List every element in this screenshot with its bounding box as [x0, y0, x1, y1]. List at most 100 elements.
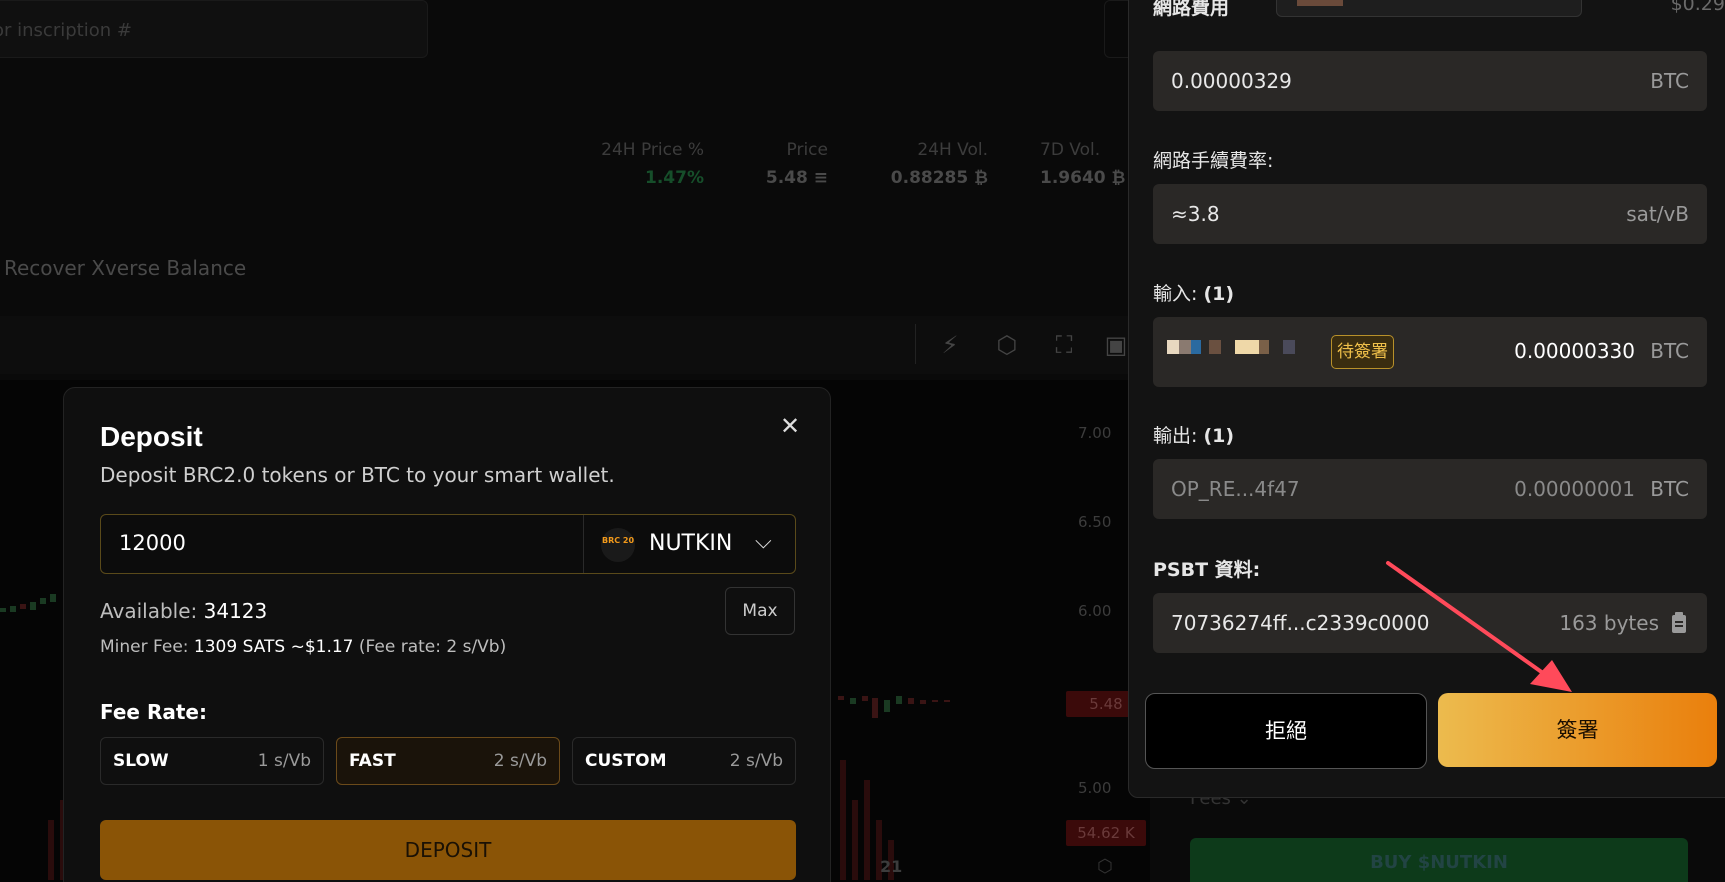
deposit-subtitle: Deposit BRC2.0 tokens or BTC to your sma… — [100, 463, 615, 487]
fee-rate-field[interactable]: ≈3.8 sat/vB — [1153, 184, 1707, 244]
candlestick — [908, 698, 914, 704]
stat-7d-volume: 7D Vol. 1.9640 ₿ — [1040, 140, 1126, 188]
available-balance: Available: 34123 — [100, 599, 268, 623]
stat-value: 0.88285 ₿ — [890, 168, 988, 188]
token-select[interactable]: NUTKIN — [649, 531, 732, 556]
outputs-label: 輸出: (1) — [1153, 425, 1235, 447]
candlestick — [838, 696, 844, 700]
volume-bar — [840, 760, 846, 880]
available-value: 34123 — [203, 599, 268, 623]
input-address-redacted — [1167, 339, 1295, 354]
amount-value[interactable]: 12000 — [119, 531, 186, 555]
avatar — [1297, 0, 1343, 6]
network-fee-usd: $0.29 — [1670, 0, 1725, 15]
stat-label: 24H Price % — [601, 140, 704, 160]
deposit-modal: Deposit Deposit BRC2.0 tokens or BTC to … — [63, 387, 831, 882]
candlestick — [20, 604, 26, 609]
y-tick: 7.00 — [1078, 424, 1112, 442]
output-address: OP_RE...4f47 — [1171, 477, 1300, 501]
y-tick: 6.50 — [1078, 513, 1112, 531]
network-fee-value: 0.00000329 — [1171, 69, 1292, 93]
inputs-label: 輸入: (1) — [1153, 283, 1235, 305]
reject-button[interactable]: 拒絕 — [1145, 693, 1427, 769]
fee-option-fast[interactable]: FAST 2 s/Vb — [336, 737, 560, 785]
stat-24h-volume: 24H Vol. 0.88285 ₿ — [880, 140, 988, 188]
candlestick — [896, 696, 902, 704]
pending-sign-badge: 待簽署 — [1331, 335, 1394, 369]
sign-button[interactable]: 簽署 — [1438, 693, 1717, 767]
buy-button[interactable]: BUY $NUTKIN — [1190, 838, 1688, 882]
brc20-token-icon: BRC 20 — [601, 528, 635, 562]
settings-hex-icon[interactable]: ⬡ — [991, 329, 1023, 361]
output-unit: BTC — [1650, 477, 1689, 501]
candlestick — [30, 602, 36, 610]
network-fee-field: 0.00000329 BTC — [1153, 51, 1707, 111]
deposit-button[interactable]: DEPOSIT — [100, 820, 796, 880]
search-placeholder: or inscription # — [0, 20, 132, 41]
fee-option-custom[interactable]: CUSTOM 2 s/Vb — [572, 737, 796, 785]
candlestick — [40, 598, 46, 604]
stat-24h-price-change: 24H Price % 1.47% — [600, 140, 704, 188]
account-chip — [1276, 0, 1582, 17]
y-tick: 6.00 — [1078, 602, 1112, 620]
toolbar-divider — [915, 324, 916, 364]
network-fee-label: 網路費用 — [1153, 0, 1230, 19]
fee-rate-label: 網路手續費率: — [1153, 150, 1274, 172]
volume-bar — [864, 780, 870, 880]
stat-value: 1.9640 ₿ — [1040, 168, 1126, 188]
y-tick: 5.00 — [1078, 779, 1112, 797]
candlestick — [884, 700, 890, 712]
clipboard-icon[interactable] — [1671, 612, 1687, 634]
max-button[interactable]: Max — [725, 587, 795, 635]
volume-tag: 54.62 K — [1066, 820, 1146, 846]
sats-icon: ≡ — [813, 168, 828, 188]
fee-rate-value: ≈3.8 — [1171, 202, 1220, 226]
stat-label: 24H Vol. — [917, 140, 988, 160]
candlestick — [932, 700, 938, 702]
candlestick — [850, 698, 856, 704]
fullscreen-icon[interactable]: ⛶ — [1048, 329, 1080, 361]
output-row[interactable]: OP_RE...4f47 0.00000001 BTC — [1153, 459, 1707, 519]
x-tick: 21 — [880, 857, 903, 876]
volume-bar — [48, 820, 54, 880]
chart-toolbar — [0, 316, 1150, 374]
token-divider — [583, 515, 584, 573]
close-icon[interactable]: ✕ — [778, 414, 802, 438]
miner-fee-rate: (Fee rate: 2 s/Vb) — [358, 637, 507, 657]
candlestick — [0, 608, 6, 612]
fee-rate-unit: sat/vB — [1626, 202, 1689, 226]
btc-icon: ₿ — [974, 168, 988, 188]
output-amount: 0.00000001 — [1514, 477, 1635, 501]
stat-price: Price 5.48 ≡ — [740, 140, 828, 188]
recover-xverse-balance-link[interactable]: Recover Xverse Balance — [4, 256, 246, 280]
stat-label: Price — [786, 140, 828, 160]
candlestick — [920, 700, 926, 704]
input-unit: BTC — [1650, 339, 1689, 363]
btc-icon: ₿ — [1111, 168, 1126, 188]
fee-rate-label: Fee Rate: — [100, 700, 207, 724]
wallet-sign-panel: 網路費用 $0.29 0.00000329 BTC 網路手續費率: ≈3.8 s… — [1128, 0, 1725, 798]
stat-value: 1.47% — [645, 168, 704, 188]
candlestick — [862, 696, 868, 701]
candlestick — [10, 606, 16, 612]
candlestick — [872, 698, 878, 718]
candlestick — [944, 700, 950, 702]
candlestick — [50, 594, 56, 602]
psbt-size: 163 bytes — [1559, 611, 1659, 635]
input-amount: 0.00000330 — [1514, 339, 1635, 363]
fee-option-slow[interactable]: SLOW 1 s/Vb — [100, 737, 324, 785]
search-input[interactable]: or inscription # — [0, 0, 428, 58]
stat-label: 7D Vol. — [1040, 140, 1101, 160]
chevron-down-icon[interactable]: ⌵ — [755, 529, 772, 554]
volume-bar — [852, 800, 858, 880]
miner-fee-value: 1309 SATS ~$1.17 — [193, 637, 354, 657]
psbt-value: 70736274ff...c2339c0000 — [1171, 611, 1430, 635]
input-row[interactable]: 待簽署 0.00000330 BTC — [1153, 317, 1707, 387]
stat-value: 5.48 ≡ — [765, 168, 828, 188]
deposit-title: Deposit — [100, 421, 203, 452]
chart-settings-icon[interactable]: ⬡ — [1097, 856, 1119, 878]
psbt-field[interactable]: 70736274ff...c2339c0000 163 bytes — [1153, 593, 1707, 653]
psbt-label: PSBT 資料: — [1153, 559, 1261, 581]
deposit-amount-field[interactable]: 12000 BRC 20 NUTKIN ⌵ — [100, 514, 796, 574]
quick-trade-icon[interactable]: ⚡ — [934, 329, 966, 361]
